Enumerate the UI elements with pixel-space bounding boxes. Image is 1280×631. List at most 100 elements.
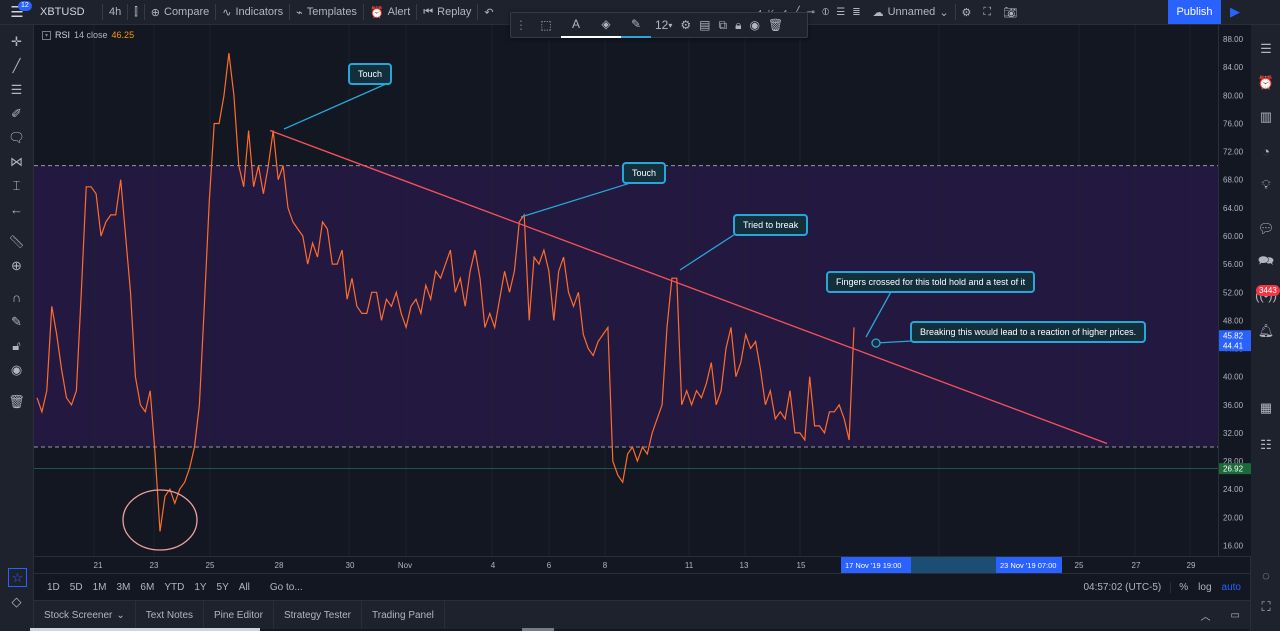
period-5d[interactable]: 5D — [65, 582, 88, 593]
collapse-icon[interactable]: ▾ — [42, 30, 51, 40]
undo-button[interactable]: ↶ — [478, 0, 499, 24]
indicator-legend[interactable]: ▾ RSI 14 close 46.25 — [42, 30, 134, 40]
drawing-settings-button[interactable]: ⚙ — [676, 13, 695, 37]
collapse-panel-button[interactable]: ︿ — [1191, 601, 1221, 629]
callout-fingers-crossed[interactable]: Fingers crossed for this told hold and a… — [826, 271, 1036, 293]
goto-button[interactable]: Go to... — [265, 582, 308, 593]
interval-button[interactable]: 4h — [103, 0, 127, 24]
lightbulb-icon[interactable]: 💡︎ — [1258, 177, 1274, 193]
legend-params: 14 close — [74, 30, 108, 40]
period-3m[interactable]: 3M — [112, 582, 136, 593]
indicators-button[interactable]: ∿ Indicators — [216, 0, 289, 24]
help-icon[interactable]: ◌ — [1258, 567, 1274, 583]
order-panel-icon[interactable]: ▦ — [1258, 400, 1274, 416]
replay-button[interactable]: ⏮ Replay — [417, 0, 477, 24]
symbol-search[interactable]: XBTUSD — [34, 0, 102, 24]
dom-icon[interactable]: ☷ — [1258, 437, 1274, 453]
lock-button[interactable]: 🔒︎ — [731, 13, 745, 37]
log-toggle[interactable]: log — [1193, 582, 1216, 593]
play-button[interactable]: ▶ — [1223, 0, 1247, 24]
visual-order-button[interactable]: ▤ — [695, 13, 714, 37]
callout-tried-to-break[interactable]: Tried to break — [733, 214, 809, 236]
lock-icon[interactable]: 🔓︎ — [8, 337, 25, 354]
period-ytd[interactable]: YTD — [159, 582, 189, 593]
brush-icon[interactable]: ✐ — [8, 105, 25, 122]
chat-icon[interactable]: 💬︎ — [1258, 221, 1275, 237]
period-all[interactable]: All — [234, 582, 255, 593]
trash-icon[interactable]: 🗑︎ — [8, 393, 25, 410]
menu-button[interactable]: ☰ 12 — [0, 0, 34, 24]
compare-button[interactable]: ⊕ Compare — [145, 0, 215, 24]
stay-in-drawing-icon[interactable]: ✎ — [8, 313, 25, 330]
period-1y[interactable]: 1Y — [189, 582, 211, 593]
bell-icon[interactable]: 🔔︎ — [1258, 323, 1275, 339]
time-axis[interactable]: 2123252830Nov4681113152025272917 Nov '19… — [34, 556, 1250, 573]
snapshot-button[interactable]: 📷︎ — [997, 0, 1023, 24]
data-window-icon[interactable]: ▥ — [1258, 109, 1274, 125]
auto-toggle[interactable]: auto — [1217, 582, 1246, 593]
delete-button[interactable]: 🗑︎ — [764, 13, 787, 37]
time-tick-label: 28 — [275, 561, 284, 570]
tab-strategy-tester[interactable]: Strategy Tester — [274, 601, 363, 629]
favorites-star-icon[interactable]: ☆ — [8, 568, 27, 587]
period-1d[interactable]: 1D — [42, 582, 65, 593]
callout-breaking[interactable]: Breaking this would lead to a reaction o… — [910, 321, 1147, 343]
price-tick-label: 32.00 — [1223, 429, 1244, 438]
trend-line-icon[interactable]: ╱ — [8, 57, 25, 74]
rsi-chart[interactable] — [34, 25, 1218, 556]
arrow-left-icon[interactable]: ← — [8, 201, 25, 218]
price-axis[interactable]: 88.00 84.00 80.00 76.00 72.00 68.00 64.00 60.00… — [1218, 25, 1251, 556]
clock[interactable]: 04:57:02 (UTC-5) — [1078, 582, 1166, 593]
tab-text-notes[interactable]: Text Notes — [136, 601, 205, 629]
settings-button[interactable]: ⚙ — [956, 0, 978, 24]
paint-bucket-icon: ◈ — [601, 17, 611, 31]
tab-trading-panel[interactable]: Trading Panel — [362, 601, 445, 629]
zoom-in-icon[interactable]: ⊕ — [8, 257, 25, 274]
publish-button[interactable]: Publish — [1168, 0, 1221, 24]
text-note-icon[interactable]: 🗨︎ — [8, 129, 25, 146]
chats-icon[interactable]: 🗪 — [1258, 253, 1274, 271]
templates-label: Templates — [306, 6, 357, 18]
alarm-clock-icon[interactable]: ⏰ — [1258, 75, 1274, 91]
price-tick-label: 48.00 — [1223, 316, 1244, 325]
percent-toggle[interactable]: % — [1170, 581, 1193, 593]
watchlist-icon[interactable]: ☰ — [1258, 41, 1274, 57]
callout-touch-1[interactable]: Touch — [348, 63, 393, 85]
text-color-button[interactable]: A — [561, 12, 591, 38]
fill-color-button[interactable]: ◈ — [591, 12, 621, 38]
fib-extension-icon[interactable]: ≣ — [852, 7, 860, 18]
fullscreen-icon[interactable]: ⛶ — [1258, 599, 1274, 615]
alert-button[interactable]: ⏰ Alert — [364, 0, 416, 24]
chart-pane[interactable] — [34, 25, 1218, 556]
hide-button[interactable]: ◉ — [745, 13, 763, 37]
pattern-icon[interactable]: ⋈ — [8, 153, 25, 170]
layout-button[interactable]: ☁ Unnamed ⌄ — [867, 0, 955, 24]
clone-button[interactable]: ⧉ — [714, 13, 731, 37]
period-5y[interactable]: 5Y — [212, 582, 234, 593]
fib-retracement-icon[interactable]: ☰ — [8, 81, 25, 98]
prediction-icon[interactable]: ⌶ — [8, 177, 25, 194]
drag-handle[interactable]: ⋮ — [511, 13, 531, 37]
border-color-button[interactable]: ✎ — [621, 12, 651, 38]
templates-button[interactable]: ⌁ Templates — [290, 0, 363, 24]
tab-stock-screener[interactable]: Stock Screener ⌄ — [34, 601, 136, 629]
period-1m[interactable]: 1M — [88, 582, 112, 593]
line-style-button[interactable]: ⬚ — [531, 13, 561, 37]
ruler-icon[interactable]: 📏︎ — [8, 233, 25, 250]
crosshair-icon[interactable]: ✛ — [8, 33, 25, 50]
time-label-crosshair: 17 Nov '19 19:00 — [845, 561, 901, 570]
fib-icon[interactable]: ☰ — [836, 7, 845, 18]
tab-pine-editor[interactable]: Pine Editor — [204, 601, 274, 629]
fullscreen-button[interactable]: ⛶ — [977, 0, 997, 24]
eye-icon[interactable]: ◉ — [8, 361, 25, 378]
layers-icon[interactable]: ◇ — [8, 593, 25, 610]
callout-touch-2[interactable]: Touch — [622, 162, 667, 184]
period-6m[interactable]: 6M — [135, 582, 159, 593]
vertical-line-icon[interactable]: ⦶ — [822, 7, 829, 18]
chart-style-button[interactable]: ⫿ — [128, 0, 144, 24]
maximize-panel-button[interactable]: ▭ — [1221, 601, 1250, 629]
font-size-select[interactable]: 12 ▾ — [651, 13, 676, 37]
magnet-icon[interactable]: ∩ — [8, 289, 25, 306]
time-tick-label: 25 — [206, 561, 215, 570]
price-tick-label: 36.00 — [1223, 401, 1244, 410]
